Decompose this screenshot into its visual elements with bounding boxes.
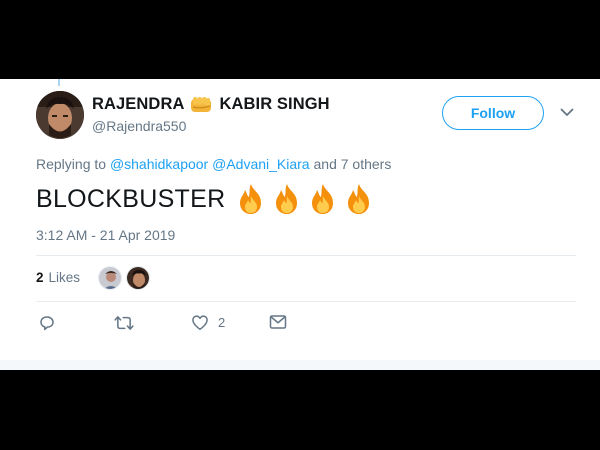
tweet-timestamp[interactable]: 3:12 AM - 21 Apr 2019 [36,227,175,243]
card-bottom-border [0,360,600,370]
author-name-first: RAJENDRA [92,95,185,113]
reply-button[interactable] [38,314,56,332]
chevron-down-icon[interactable] [558,105,576,119]
follow-button[interactable]: Follow [442,96,544,130]
author-handle[interactable]: @Rajendra550 [92,118,186,134]
replying-to-line: Replying to @shahidkapoor @Advani_Kiara … [36,156,391,172]
reply-icon [38,314,56,332]
fire-emoji-group [234,182,376,216]
heart-icon [191,314,209,331]
liker-avatar[interactable] [126,266,150,290]
like-count: 2 [218,315,226,330]
author-display-name[interactable]: RAJENDRA KABIR SINGH [92,95,330,114]
replying-to-others[interactable]: and 7 others [314,156,392,172]
fist-emoji-icon [190,96,212,114]
divider [36,255,576,256]
likes-summary[interactable]: 2 Likes [36,270,80,285]
retweet-icon [114,314,134,332]
author-avatar[interactable] [36,91,84,139]
replying-to-prefix: Replying to [36,156,107,172]
author-name-second: KABIR SINGH [219,95,330,113]
tweet-action-bar: 2 [36,314,576,334]
mention-link-shahidkapoor[interactable]: @shahidkapoor [110,156,208,172]
thread-connector-line [58,79,60,86]
like-button[interactable]: 2 [191,314,225,331]
mention-link-advani-kiara[interactable]: @Advani_Kiara [212,156,310,172]
likes-count: 2 [36,270,44,285]
fire-emoji-icon [342,182,376,216]
likes-label: Likes [48,270,81,285]
fire-emoji-icon [234,182,268,216]
tweet-text: BLOCKBUSTER [36,182,376,216]
retweet-button[interactable] [114,314,134,332]
fire-emoji-icon [270,182,304,216]
tweet-text-content: BLOCKBUSTER [36,184,226,213]
envelope-icon [269,314,287,330]
divider [36,301,576,302]
fire-emoji-icon [306,182,340,216]
liker-avatar[interactable] [98,266,122,290]
direct-message-button[interactable] [269,314,287,330]
tweet-card: RAJENDRA KABIR SINGH @Rajendra550 Follow… [0,79,600,370]
